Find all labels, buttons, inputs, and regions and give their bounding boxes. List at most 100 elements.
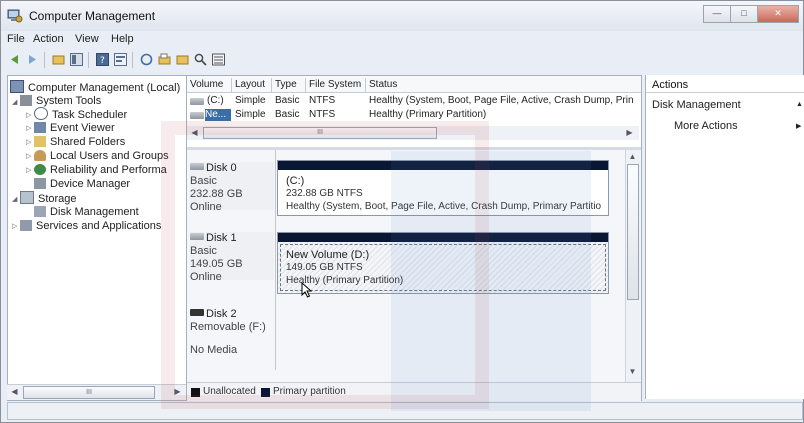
svg-text:?: ? — [100, 56, 105, 66]
folder-icon[interactable] — [175, 52, 190, 67]
scroll-thumb[interactable]: III — [23, 386, 155, 399]
scroll-right-icon[interactable]: ▶ — [623, 127, 636, 139]
expand-triangle-icon[interactable]: ▷ — [26, 152, 31, 160]
tree-item-computer-management[interactable]: Computer Management (Local) — [10, 80, 180, 94]
layout-cell: Simple — [235, 109, 266, 120]
table-row[interactable]: Ne... Simple Basic NTFS Healthy (Primary… — [187, 109, 641, 122]
column-header-file-system[interactable]: File System — [306, 78, 366, 92]
storage-icon — [20, 191, 34, 204]
tree-horizontal-scrollbar[interactable]: ◀ III ▶ — [7, 384, 187, 400]
tree-item-system-tools[interactable]: System Tools — [20, 94, 101, 108]
maximize-button[interactable]: □ — [730, 5, 758, 23]
table-row[interactable]: (C:) Simple Basic NTFS Healthy (System, … — [187, 95, 641, 108]
disk-kind: Basic — [190, 175, 217, 187]
expand-triangle-icon[interactable]: ▷ — [26, 166, 31, 174]
disk-management-pane: Volume Layout Type File System Status (C… — [186, 75, 642, 401]
refresh-icon[interactable] — [139, 52, 154, 67]
hard-disk-icon — [190, 233, 204, 240]
help-icon[interactable]: ? — [95, 52, 110, 67]
tree-item-shared-folders[interactable]: Shared Folders — [34, 135, 125, 149]
type-cell: Basic — [275, 95, 300, 106]
toolbar: ? — [1, 48, 803, 72]
minimize-button[interactable]: — — [703, 5, 731, 23]
disk-name: Disk 0 — [206, 162, 237, 174]
column-header-layout[interactable]: Layout — [232, 78, 272, 92]
column-header-status[interactable]: Status — [366, 78, 641, 92]
partition-status: Healthy (System, Boot, Page File, Active… — [286, 201, 602, 212]
expand-triangle-icon[interactable]: ▷ — [26, 124, 31, 132]
menu-file[interactable]: File — [7, 33, 25, 45]
tree-item-services-applications[interactable]: Services and Applications — [20, 219, 161, 233]
actions-section-disk-management[interactable]: Disk Management — [652, 99, 741, 111]
partition-d[interactable]: New Volume (D:) 149.05 GB NTFS Healthy (… — [277, 232, 609, 294]
disk-state: Online — [190, 271, 222, 283]
close-button[interactable]: ✕ — [757, 5, 799, 23]
disk-2-label[interactable]: Disk 2 Removable (F:) No Media — [190, 308, 274, 366]
tree-item-storage[interactable]: Storage — [20, 191, 77, 205]
collapse-arrow-icon[interactable]: ▲ — [796, 101, 803, 108]
disk-management-icon — [34, 206, 46, 217]
chevron-right-icon[interactable]: ▶ — [796, 122, 801, 130]
file-system-cell: NTFS — [309, 109, 336, 120]
scroll-right-icon[interactable]: ▶ — [171, 386, 184, 398]
column-header-volume[interactable]: Volume — [187, 78, 232, 92]
menu-view[interactable]: View — [75, 33, 99, 45]
disk-map-vertical-scrollbar[interactable]: ▲ ▼ — [625, 150, 640, 382]
disk-kind: Basic — [190, 245, 217, 257]
volume-list: Volume Layout Type File System Status (C… — [187, 76, 641, 146]
console-tree-icon[interactable] — [69, 52, 84, 67]
services-icon — [20, 220, 32, 231]
collapse-triangle-icon[interactable]: ◢ — [12, 195, 17, 203]
more-actions-link[interactable]: More Actions — [674, 120, 738, 132]
computer-management-window: Computer Management — □ ✕ File Action Vi… — [0, 0, 804, 423]
tree-item-local-users-groups[interactable]: Local Users and Groups — [34, 149, 169, 163]
volume-list-horizontal-scrollbar[interactable]: ◀ III ▶ — [187, 126, 639, 140]
tree-item-task-scheduler[interactable]: Task Scheduler — [34, 107, 127, 121]
disk-size: 232.88 GB — [190, 188, 243, 200]
column-header-type[interactable]: Type — [272, 78, 306, 92]
scroll-down-icon[interactable]: ▼ — [626, 366, 639, 378]
search-icon[interactable] — [193, 52, 208, 67]
users-icon — [34, 150, 46, 161]
divider — [275, 150, 276, 370]
volume-icon — [190, 112, 204, 119]
legend-primary-partition: Primary partition — [273, 386, 346, 397]
layout-cell: Simple — [235, 95, 266, 106]
scroll-up-icon[interactable]: ▲ — [626, 151, 639, 163]
back-arrow-icon[interactable] — [7, 52, 22, 67]
scroll-left-icon[interactable]: ◀ — [188, 127, 201, 139]
scroll-left-icon[interactable]: ◀ — [8, 386, 21, 398]
disk-0-label[interactable]: Disk 0 Basic 232.88 GB Online — [190, 162, 274, 213]
forward-arrow-icon[interactable] — [25, 52, 40, 67]
tree-item-device-manager[interactable]: Device Manager — [34, 177, 130, 191]
disk-kind: Removable (F:) — [190, 321, 266, 333]
collapse-triangle-icon[interactable]: ◢ — [12, 98, 17, 106]
primary-partition-bar — [278, 161, 608, 170]
shared-folder-icon — [34, 136, 46, 147]
device-manager-icon — [34, 178, 46, 189]
expand-triangle-icon[interactable]: ▷ — [26, 111, 31, 119]
menu-help[interactable]: Help — [111, 33, 134, 45]
disk-1-label[interactable]: Disk 1 Basic 149.05 GB Online — [190, 232, 274, 283]
actions-header: Actions — [646, 79, 804, 93]
volume-cell: (C:) — [207, 95, 224, 106]
title-bar[interactable]: Computer Management — □ ✕ — [1, 1, 803, 31]
disk-state: Online — [190, 201, 222, 213]
console-tree: Computer Management (Local) ◢ System Too… — [7, 75, 189, 401]
tree-item-event-viewer[interactable]: Event Viewer — [34, 121, 115, 135]
up-folder-icon[interactable] — [51, 52, 66, 67]
expand-triangle-icon[interactable]: ▷ — [12, 222, 17, 230]
properties-icon[interactable] — [113, 52, 128, 67]
tree-item-reliability-performance[interactable]: Reliability and Performa — [34, 163, 167, 177]
partition-c[interactable]: (C:) 232.88 GB NTFS Healthy (System, Boo… — [277, 160, 609, 216]
partition-name: New Volume (D:) — [286, 249, 370, 261]
open-icon[interactable] — [157, 52, 172, 67]
tree-item-disk-management[interactable]: Disk Management — [34, 205, 139, 219]
expand-triangle-icon[interactable]: ▷ — [26, 138, 31, 146]
disk-list-icon[interactable] — [211, 52, 226, 67]
scroll-thumb[interactable]: III — [203, 127, 437, 139]
scroll-thumb[interactable] — [627, 164, 639, 300]
primary-partition-swatch — [261, 388, 270, 397]
menu-action[interactable]: Action — [33, 33, 64, 45]
menu-bar: File Action View Help — [1, 31, 803, 48]
